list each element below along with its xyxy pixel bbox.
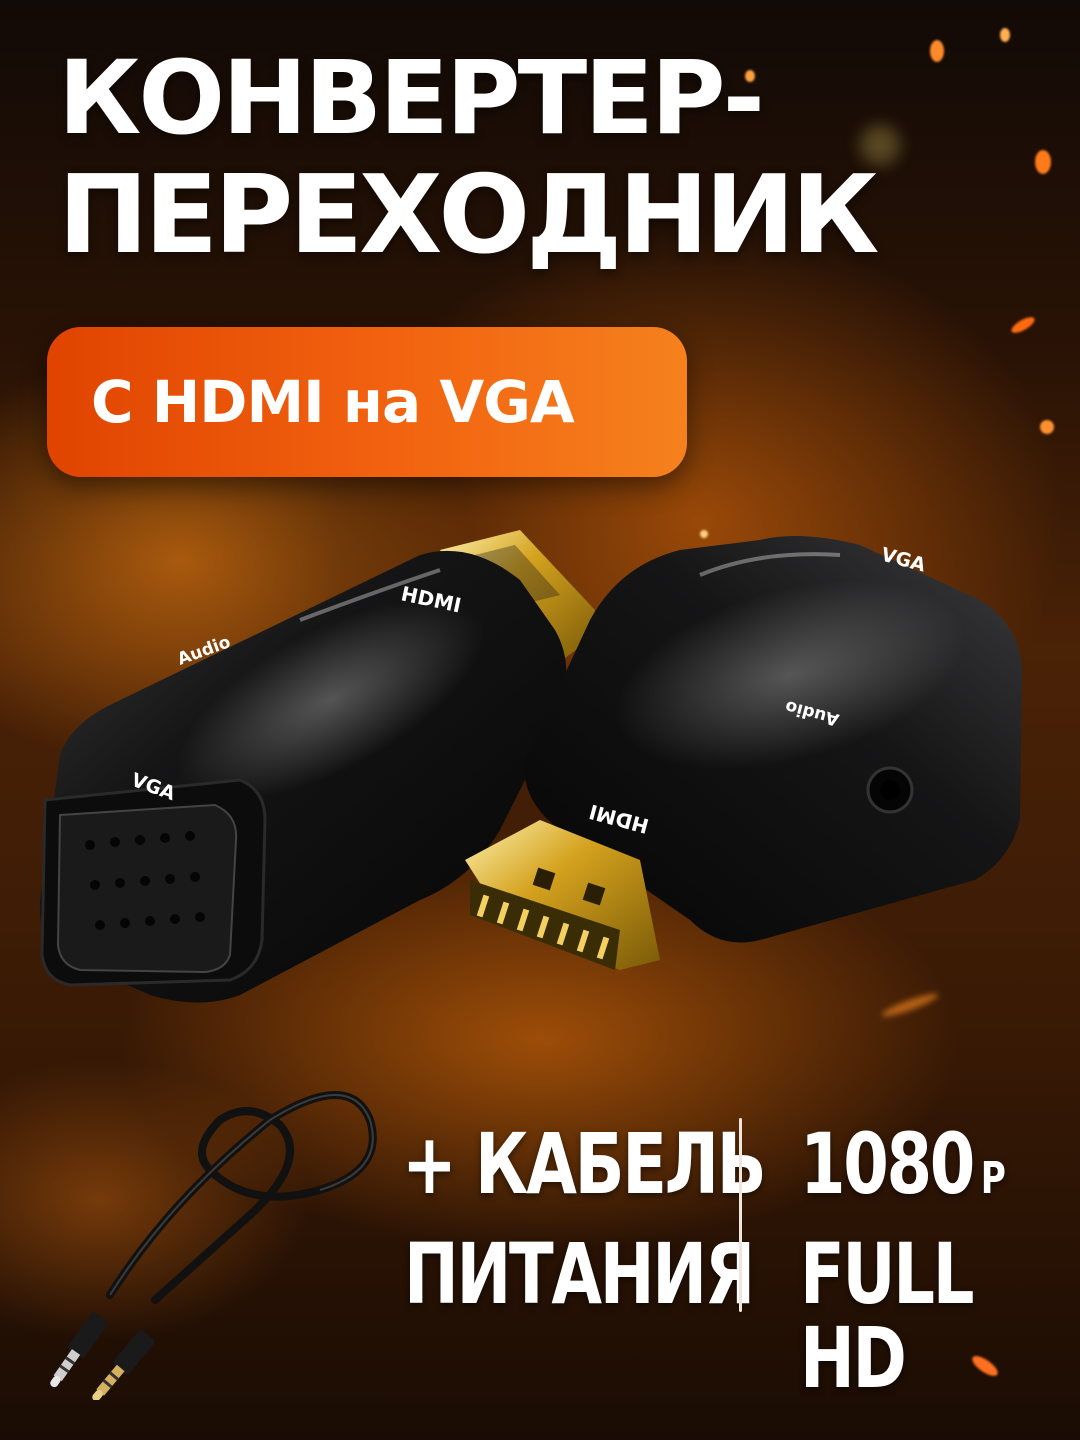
headline-line-1: КОНВЕРТЕР- bbox=[58, 39, 765, 158]
cable-line-1: + КАБЕЛЬ bbox=[402, 1115, 767, 1213]
ember-spark bbox=[1035, 150, 1051, 174]
hdmi-to-vga-badge: С HDMI на VGA bbox=[47, 327, 687, 477]
ember-spark bbox=[1040, 420, 1054, 434]
left-adapter bbox=[39, 530, 595, 1003]
product-banner: КОНВЕРТЕР- ПЕРЕХОДНИК С HDMI на VGA HDMI… bbox=[0, 0, 1080, 1440]
ember-spark bbox=[1000, 28, 1010, 42]
resolution-text: 1080 P bbox=[800, 1122, 1006, 1206]
resolution-value: 1080 bbox=[800, 1115, 975, 1213]
cable-line-2: ПИТАНИЯ bbox=[404, 1225, 755, 1323]
resolution-unit: P bbox=[980, 1153, 1006, 1204]
audio-cable-image bbox=[20, 1080, 390, 1400]
ember-spark bbox=[1009, 314, 1037, 336]
feature-divider bbox=[739, 1118, 742, 1312]
adapter-product-image: HDMI Audio VGA VGA Audio HDMI bbox=[0, 500, 1080, 1060]
badge-label: С HDMI на VGA bbox=[91, 368, 575, 436]
quality-text: FULL HD bbox=[800, 1225, 974, 1407]
headline-line-2: ПЕРЕХОДНИК bbox=[58, 153, 879, 278]
ember-spark bbox=[930, 40, 944, 62]
